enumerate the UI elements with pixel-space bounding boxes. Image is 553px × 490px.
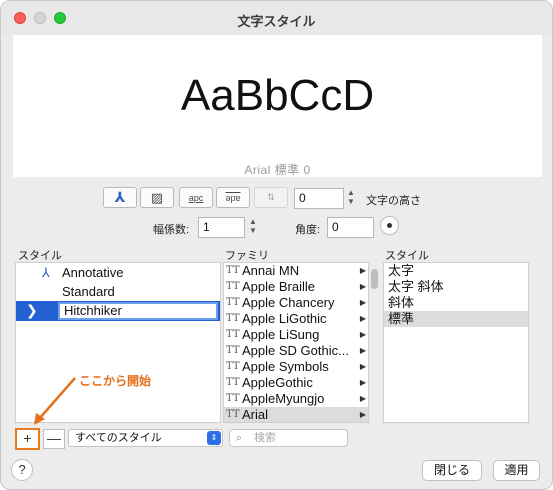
style-item-label: Annotative: [62, 265, 124, 280]
annotative-icon: ⅄: [114, 189, 126, 205]
family-item[interactable]: TT AppleMyungjo ▶: [224, 391, 368, 407]
truetype-icon: TT: [226, 313, 240, 324]
family-item[interactable]: TT Apple LiGothic ▶: [224, 311, 368, 327]
upside-down-icon: ⇅: [267, 192, 275, 202]
submenu-arrow-icon: ▶: [359, 362, 366, 371]
family-item-label: Apple Braille: [242, 279, 315, 294]
submenu-arrow-icon: ▶: [359, 314, 366, 323]
variant-item[interactable]: 太字: [384, 263, 528, 279]
background-mask-icon: ▨: [150, 189, 164, 205]
preview-font-info: Arial 標準 0: [244, 163, 311, 177]
spacing-icon: apc: [188, 192, 204, 203]
family-item[interactable]: TT Apple LiSung ▶: [224, 327, 368, 343]
vertical-text-button[interactable]: ǝpɐ: [216, 187, 250, 208]
family-item-label: Apple SD Gothic...: [242, 343, 349, 358]
style-name-edit-field[interactable]: Hitchhiker: [58, 302, 218, 320]
text-style-window: 文字スタイル AaBbCcD Arial 標準 0 ⅄ ▨ apc ǝpɐ ⇅ …: [0, 0, 553, 490]
start-here-annotation: ここから開始: [79, 374, 152, 388]
chevron-right-icon: ❯: [26, 302, 38, 318]
styles-list[interactable]: ⅄ Annotative Standard ❯ Hitchhiker: [15, 262, 221, 423]
truetype-icon: TT: [226, 409, 240, 420]
style-item-annotative[interactable]: ⅄ Annotative: [16, 263, 220, 282]
annotative-toggle-button[interactable]: ⅄: [103, 187, 137, 208]
submenu-arrow-icon: ▶: [359, 298, 366, 307]
family-header: ファミリ: [225, 250, 269, 262]
family-item[interactable]: TT Apple Braille ▶: [224, 279, 368, 295]
upside-down-button[interactable]: ⇅: [254, 187, 288, 208]
truetype-icon: TT: [226, 393, 240, 404]
angle-dial[interactable]: [380, 216, 399, 235]
submenu-arrow-icon: ▶: [359, 266, 366, 275]
truetype-icon: TT: [226, 265, 240, 276]
truetype-icon: TT: [226, 297, 240, 308]
close-button[interactable]: 閉じる: [422, 460, 482, 481]
family-item[interactable]: TT Annai MN ▶: [224, 263, 368, 279]
variant-item-selected[interactable]: 標準: [384, 311, 528, 327]
font-preview: AaBbCcD Arial 標準 0: [13, 35, 542, 177]
truetype-icon: TT: [226, 361, 240, 372]
style-item-label: Standard: [62, 284, 115, 299]
truetype-icon: TT: [226, 281, 240, 292]
submenu-arrow-icon: ▶: [359, 346, 366, 355]
family-item-label: AppleGothic: [242, 375, 313, 390]
remove-style-button[interactable]: —: [43, 429, 65, 449]
search-placeholder: 検索: [254, 432, 276, 444]
family-item-label: Apple Symbols: [242, 359, 329, 374]
apply-button[interactable]: 適用: [493, 460, 540, 481]
variant-header: スタイル: [385, 250, 429, 262]
style-item-hitchhiker[interactable]: ❯ Hitchhiker: [16, 301, 220, 321]
font-style-list[interactable]: 太字 太字 斜体 斜体 標準: [383, 262, 529, 423]
variant-item[interactable]: 斜体: [384, 295, 528, 311]
window-title: 文字スタイル: [237, 14, 316, 29]
family-item-label: Apple Chancery: [242, 295, 335, 310]
family-item-label: AppleMyungjo: [242, 391, 325, 406]
truetype-icon: TT: [226, 377, 240, 388]
family-item-label: Arial: [242, 407, 269, 422]
family-item[interactable]: TT AppleGothic ▶: [224, 375, 368, 391]
chevron-up-down-icon: ⇕: [207, 431, 221, 445]
width-factor-stepper[interactable]: ▲ ▼: [247, 217, 259, 238]
width-factor-label: 幅係数:: [153, 224, 190, 236]
spacing-button[interactable]: apc: [179, 187, 213, 208]
submenu-arrow-icon: ▶: [359, 410, 366, 419]
styles-header: スタイル: [18, 250, 62, 262]
text-height-stepper[interactable]: ▲ ▼: [345, 188, 357, 209]
style-filter-value: すべてのスタイル: [75, 432, 162, 444]
font-family-list[interactable]: TT Annai MN ▶ TT Apple Braille ▶ TT Apple Cha…: [223, 262, 369, 423]
help-button[interactable]: ?: [11, 459, 33, 481]
style-item-standard[interactable]: Standard: [16, 282, 220, 301]
family-item-label: Apple LiGothic: [242, 311, 327, 326]
family-item-selected[interactable]: TT Arial ▶: [224, 407, 368, 422]
preview-sample-text: AaBbCcD: [180, 71, 375, 120]
add-style-button[interactable]: +: [15, 428, 40, 450]
truetype-icon: TT: [226, 345, 240, 356]
width-factor-field[interactable]: 1: [198, 217, 245, 238]
family-item[interactable]: TT Apple SD Gothic... ▶: [224, 343, 368, 359]
annotative-icon: ⅄: [42, 265, 50, 280]
variant-item[interactable]: 太字 斜体: [384, 279, 528, 295]
family-item[interactable]: TT Apple Symbols ▶: [224, 359, 368, 375]
title-bar: 文字スタイル: [1, 1, 552, 35]
family-item-label: Annai MN: [242, 263, 300, 278]
family-item-label: Apple LiSung: [242, 327, 320, 342]
family-list-scrollbar[interactable]: [371, 269, 378, 289]
search-icon: ⌕: [236, 432, 243, 444]
submenu-arrow-icon: ▶: [359, 378, 366, 387]
vertical-text-icon: ǝpɐ: [225, 192, 241, 203]
family-item[interactable]: TT Apple Chancery ▶: [224, 295, 368, 311]
submenu-arrow-icon: ▶: [359, 394, 366, 403]
truetype-icon: TT: [226, 329, 240, 340]
search-field[interactable]: ⌕ 検索: [229, 429, 348, 447]
submenu-arrow-icon: ▶: [359, 282, 366, 291]
style-filter-popup[interactable]: すべてのスタイル ⇕: [68, 429, 223, 447]
angle-field[interactable]: 0: [327, 217, 374, 238]
submenu-arrow-icon: ▶: [359, 330, 366, 339]
text-height-label: 文字の高さ: [366, 195, 421, 207]
text-height-field[interactable]: 0: [294, 188, 344, 209]
background-mask-button[interactable]: ▨: [140, 187, 174, 208]
angle-label: 角度:: [295, 224, 321, 236]
